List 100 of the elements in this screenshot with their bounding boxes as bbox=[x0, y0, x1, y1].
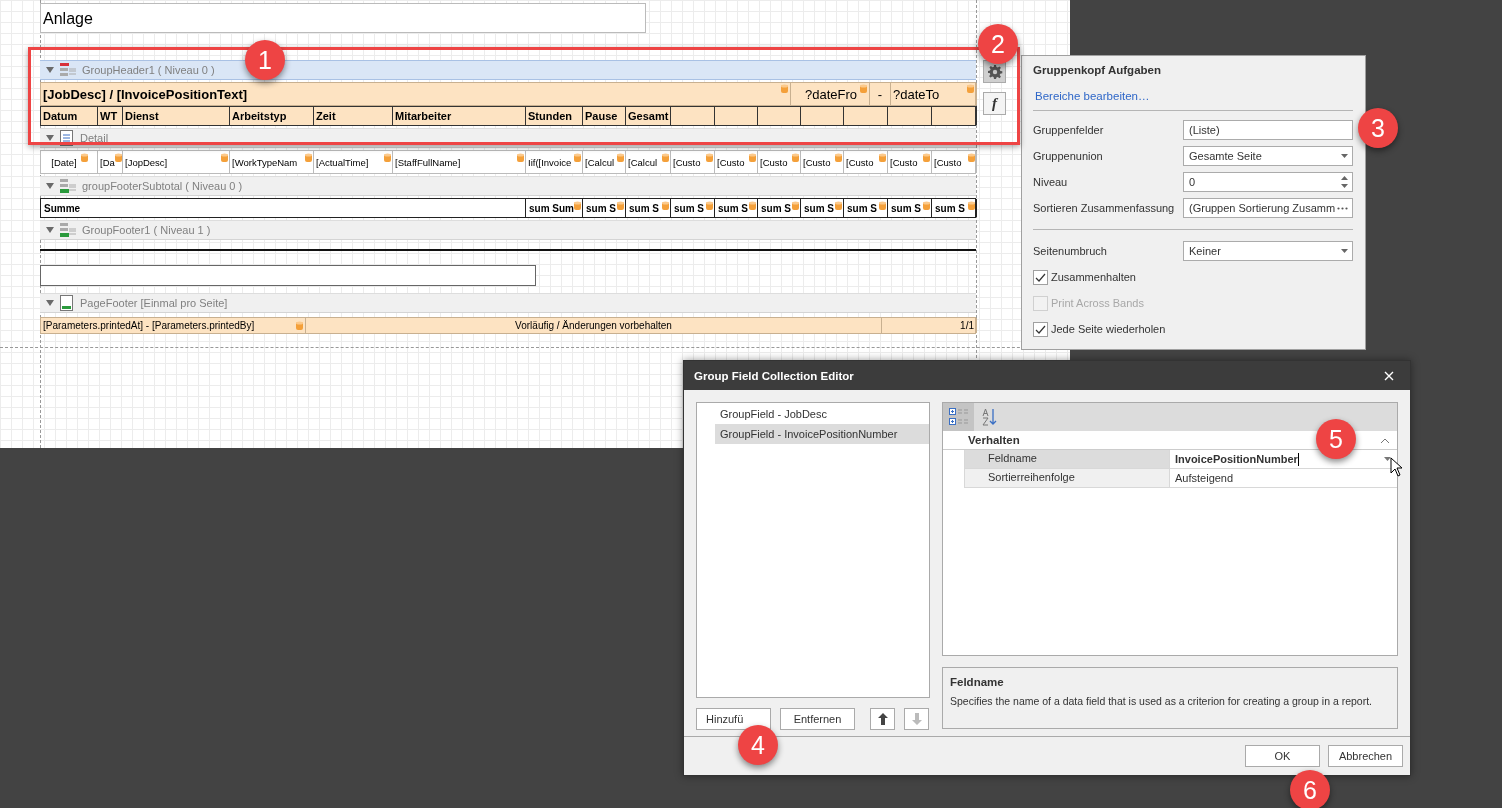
property-name[interactable]: Sortierreihenfolge bbox=[964, 469, 1170, 487]
column-header-cell[interactable]: Datum bbox=[41, 106, 98, 125]
collapse-caret-icon[interactable] bbox=[1381, 437, 1389, 443]
spin-field[interactable]: 0 bbox=[1183, 172, 1353, 192]
band-header[interactable]: groupFooterSubtotal ( Niveau 0 ) bbox=[40, 176, 976, 196]
summary-cell[interactable]: sum S bbox=[844, 199, 888, 217]
description-title: Feldname bbox=[950, 676, 1005, 688]
list-item[interactable]: GroupField - JobDesc bbox=[715, 404, 929, 424]
summary-cell[interactable]: sum Sum bbox=[526, 199, 583, 217]
label-box[interactable] bbox=[40, 265, 536, 286]
band-header[interactable]: PageFooter [Einmal pro Seite] bbox=[40, 293, 976, 313]
remove-button[interactable]: Entfernen bbox=[780, 708, 855, 730]
table-cell[interactable]: Vorläufig / Änderungen vorbehalten bbox=[306, 318, 882, 333]
arrow-up-icon bbox=[877, 713, 888, 725]
collapse-triangle-icon[interactable] bbox=[46, 227, 54, 233]
column-header-cell[interactable] bbox=[671, 106, 715, 125]
table-cell[interactable]: Summe bbox=[41, 199, 526, 217]
field-cell[interactable]: [JopDesc] bbox=[123, 151, 230, 173]
summary-cell[interactable]: sum S bbox=[583, 199, 626, 217]
text-field[interactable]: (Liste) bbox=[1183, 120, 1353, 140]
column-header-cell[interactable]: Gesamt bbox=[626, 106, 671, 125]
column-header-cell[interactable] bbox=[801, 106, 844, 125]
table-cell[interactable]: [Parameters.printedAt] - [Parameters.printedBy] bbox=[41, 318, 306, 333]
database-icon bbox=[792, 153, 799, 162]
cancel-button[interactable]: Abbrechen bbox=[1328, 745, 1403, 767]
field-cell[interactable]: Iif([Invoice bbox=[526, 151, 583, 173]
column-header-cell[interactable] bbox=[888, 106, 932, 125]
list-item[interactable]: GroupField - InvoicePositionNumber bbox=[715, 424, 929, 444]
column-header-cell[interactable]: Mitarbeiter bbox=[393, 106, 526, 125]
field-cell[interactable]: [Custo bbox=[671, 151, 715, 173]
field-cell[interactable]: [WorkTypeNam bbox=[230, 151, 314, 173]
move-up-button[interactable] bbox=[870, 708, 895, 730]
column-header-cell[interactable]: Stunden bbox=[526, 106, 583, 125]
edit-bands-link[interactable]: Bereiche bearbeiten… bbox=[1035, 90, 1150, 102]
field-cell[interactable]: [Custo bbox=[888, 151, 932, 173]
collapse-triangle-icon[interactable] bbox=[46, 67, 54, 73]
ok-button[interactable]: OK bbox=[1245, 745, 1320, 767]
table-cell[interactable]: ?dateTo bbox=[891, 83, 977, 105]
cell-text: [Custo bbox=[760, 156, 788, 168]
column-header-cell[interactable]: Arbeitstyp bbox=[230, 106, 314, 125]
collapse-triangle-icon[interactable] bbox=[46, 300, 54, 306]
checkbox[interactable] bbox=[1033, 321, 1048, 337]
dropdown-field[interactable]: Keiner bbox=[1183, 241, 1353, 261]
table-cell[interactable]: ?dateFro bbox=[791, 83, 870, 105]
summary-cell[interactable]: sum S bbox=[626, 199, 671, 217]
summary-cell[interactable]: sum S bbox=[932, 199, 977, 217]
column-header-cell[interactable] bbox=[932, 106, 977, 125]
table-cell[interactable]: - bbox=[870, 83, 891, 105]
column-header-cell[interactable] bbox=[715, 106, 758, 125]
field-cell[interactable]: [Date] bbox=[41, 151, 98, 173]
field-cell[interactable]: [StaffFullName] bbox=[393, 151, 526, 173]
checkbox[interactable] bbox=[1033, 269, 1048, 285]
summary-cell[interactable]: sum S bbox=[801, 199, 844, 217]
collapse-triangle-icon[interactable] bbox=[46, 183, 54, 189]
database-icon bbox=[835, 153, 842, 162]
field-cell[interactable]: [Custo bbox=[801, 151, 844, 173]
database-icon bbox=[706, 153, 713, 162]
field-cell[interactable]: [ActualTime] bbox=[314, 151, 393, 173]
expression-button[interactable]: f bbox=[983, 92, 1006, 115]
column-header-cell[interactable]: Zeit bbox=[314, 106, 393, 125]
band-header[interactable]: GroupFooter1 ( Niveau 1 ) bbox=[40, 220, 976, 240]
field-cell[interactable]: [Custo bbox=[844, 151, 888, 173]
checkbox-label: Print Across Bands bbox=[1051, 297, 1144, 309]
panel-title: Gruppenkopf Aufgaben bbox=[1033, 63, 1162, 78]
field-cell[interactable]: [Calcul bbox=[583, 151, 626, 173]
table-cell[interactable]: 1/1 bbox=[882, 318, 977, 333]
field-cell[interactable]: [Custo bbox=[715, 151, 758, 173]
browse-field[interactable]: (Gruppen Sortierung Zusamm bbox=[1183, 198, 1353, 218]
column-header-cell[interactable]: Pause bbox=[583, 106, 626, 125]
database-icon bbox=[860, 84, 867, 93]
database-icon bbox=[617, 153, 624, 162]
group-footer-icon bbox=[60, 179, 76, 193]
cell-text: [JopDesc] bbox=[125, 156, 168, 168]
field-cell[interactable]: [Custo bbox=[932, 151, 977, 173]
database-icon bbox=[781, 84, 788, 93]
spin-arrows-icon bbox=[1341, 176, 1348, 188]
summary-cell[interactable]: sum S bbox=[671, 199, 715, 217]
property-name[interactable]: Feldname bbox=[964, 450, 1170, 468]
column-header-cell[interactable] bbox=[844, 106, 888, 125]
cell-text: [Custo bbox=[803, 156, 831, 168]
property-label: Niveau bbox=[1033, 176, 1069, 188]
categorized-view-button[interactable] bbox=[943, 403, 974, 431]
dropdown-field[interactable]: Gesamte Seite bbox=[1183, 146, 1353, 166]
add-button[interactable]: Hinzufü bbox=[696, 708, 771, 730]
caret-icon bbox=[1341, 249, 1348, 253]
summary-cell[interactable]: sum S bbox=[758, 199, 801, 217]
summary-cell[interactable]: sum S bbox=[715, 199, 758, 217]
field-cell[interactable]: [Custo bbox=[758, 151, 801, 173]
table-cell[interactable]: [JobDesc] / [InvoicePositionText] bbox=[41, 83, 791, 105]
field-cell[interactable]: [Calcul bbox=[626, 151, 671, 173]
column-header-cell[interactable]: WT bbox=[98, 106, 123, 125]
close-icon[interactable] bbox=[1384, 370, 1394, 381]
property-value-field[interactable]: Aufsteigend bbox=[1170, 469, 1397, 487]
collapse-triangle-icon[interactable] bbox=[46, 135, 54, 141]
cell-text: sum S bbox=[629, 202, 659, 214]
column-header-cell[interactable] bbox=[758, 106, 801, 125]
column-header-cell[interactable]: Dienst bbox=[123, 106, 230, 125]
summary-cell[interactable]: sum S bbox=[888, 199, 932, 217]
field-cell[interactable]: [Da bbox=[98, 151, 123, 173]
report-label[interactable]: Anlage bbox=[40, 3, 646, 33]
